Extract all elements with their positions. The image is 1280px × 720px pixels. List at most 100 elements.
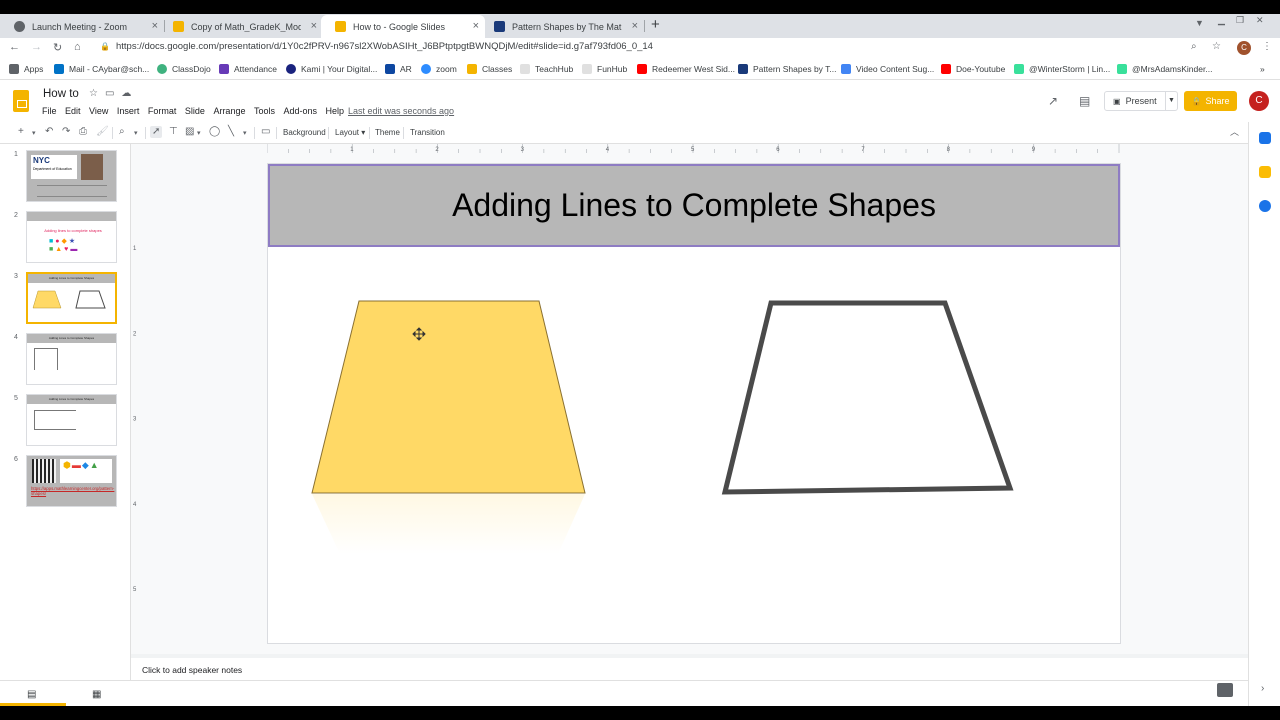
new-slide-icon[interactable]: +: [18, 126, 24, 138]
theme-button[interactable]: Theme: [375, 128, 400, 137]
menu-slide[interactable]: Slide: [185, 106, 205, 116]
explore-assistant-icon[interactable]: [1217, 683, 1233, 697]
filled-trapezoid[interactable]: [311, 300, 586, 494]
image-icon[interactable]: ▨: [185, 126, 194, 138]
present-button[interactable]: ▣ Present ▼: [1104, 91, 1178, 111]
slide-thumbnail[interactable]: Adding lines to complete shapes ■●◆★ ■▲♥…: [26, 211, 117, 263]
browser-profile-avatar[interactable]: C: [1237, 41, 1251, 55]
slide-thumbnail[interactable]: Adding Lines to Complete Shapes: [26, 394, 117, 446]
bookmark-star-icon[interactable]: ☆: [1212, 41, 1221, 52]
thumbnail-caption[interactable]: https://apps.mathlearningcenter.org/patt…: [31, 486, 115, 496]
browser-tab-active[interactable]: How to - Google Slides ×: [321, 15, 485, 38]
slide-thumbnail[interactable]: ⬢▬◆▲ https://apps.mathlearningcenter.org…: [26, 455, 117, 507]
text-box-icon[interactable]: ⊤: [169, 126, 178, 138]
tasks-icon[interactable]: [1259, 200, 1271, 212]
shape-icon[interactable]: ◯: [209, 126, 220, 138]
maximize-icon[interactable]: ❐: [1236, 15, 1244, 26]
slide-canvas[interactable]: Adding Lines to Complete Shapes: [267, 163, 1121, 644]
bookmark-item[interactable]: Video Content Sug...: [841, 64, 934, 74]
slide-thumbnail[interactable]: Adding Lines to Complete Shapes: [26, 333, 117, 385]
tab-search-icon[interactable]: ▼: [1195, 18, 1204, 28]
new-slide-dropdown-icon[interactable]: ▾: [32, 128, 36, 140]
browser-tab[interactable]: Copy of Math_GradeK_Module6 ×: [159, 15, 323, 38]
bookmark-item[interactable]: @MrsAdamsKinder...: [1117, 64, 1212, 74]
last-edit-link[interactable]: Last edit was seconds ago: [348, 106, 454, 116]
present-dropdown-icon[interactable]: ▼: [1165, 92, 1177, 110]
close-tab-icon[interactable]: ×: [311, 21, 317, 32]
more-bookmarks-icon[interactable]: »: [1260, 64, 1265, 74]
menu-tools[interactable]: Tools: [254, 106, 275, 116]
add-comment-icon[interactable]: ▭: [261, 126, 270, 138]
menu-format[interactable]: Format: [148, 106, 177, 116]
line-dropdown-icon[interactable]: ▾: [243, 128, 247, 140]
keep-icon[interactable]: [1259, 166, 1271, 178]
minimize-icon[interactable]: ▁: [1218, 15, 1225, 26]
speaker-notes[interactable]: Click to add speaker notes: [131, 658, 1248, 680]
collapse-toolbar-icon[interactable]: ︿: [1230, 126, 1239, 138]
slide-thumbnail-selected[interactable]: Adding Lines to Complete Shapes: [26, 272, 117, 324]
transition-button[interactable]: Transition: [410, 128, 445, 137]
bookmark-item[interactable]: Attendance: [219, 64, 277, 74]
menu-view[interactable]: View: [89, 106, 108, 116]
comments-icon[interactable]: ▤: [1079, 94, 1090, 108]
zoom-icon[interactable]: ⌕: [119, 126, 125, 138]
activity-trend-icon[interactable]: ↗: [1048, 94, 1058, 108]
filmstrip-view-icon[interactable]: ▤: [27, 689, 36, 700]
undo-icon[interactable]: ↶: [45, 126, 53, 138]
home-icon[interactable]: ⌂: [74, 41, 81, 53]
browser-tab[interactable]: Launch Meeting - Zoom ×: [0, 15, 164, 38]
menu-arrange[interactable]: Arrange: [213, 106, 245, 116]
line-icon[interactable]: ╲: [228, 126, 234, 138]
bookmark-item[interactable]: Mail - CAybar@sch...: [54, 64, 149, 74]
share-button[interactable]: 🔒 Share: [1184, 91, 1237, 111]
close-tab-icon[interactable]: ×: [632, 21, 638, 32]
zoom-dropdown-icon[interactable]: ▾: [134, 128, 138, 140]
google-slides-logo-icon[interactable]: [13, 90, 29, 112]
grid-view-icon[interactable]: ▦: [92, 689, 101, 700]
menu-addons[interactable]: Add-ons: [283, 106, 317, 116]
calendar-icon[interactable]: [1259, 132, 1271, 144]
bookmark-item[interactable]: TeachHub: [520, 64, 573, 74]
user-avatar[interactable]: C: [1249, 91, 1269, 111]
zoom-page-icon[interactable]: ⌕: [1191, 41, 1197, 52]
image-dropdown-icon[interactable]: ▾: [197, 128, 201, 140]
bookmark-item[interactable]: Classes: [467, 64, 512, 74]
document-title[interactable]: How to: [43, 88, 79, 100]
outline-trapezoid[interactable]: [721, 300, 1014, 495]
close-tab-icon[interactable]: ×: [473, 21, 479, 32]
reload-icon[interactable]: ↻: [53, 41, 62, 54]
move-folder-icon[interactable]: ▭: [105, 88, 121, 99]
browser-menu-icon[interactable]: ⋮: [1262, 41, 1272, 52]
star-icon[interactable]: ☆: [89, 88, 105, 99]
menu-file[interactable]: File: [42, 106, 57, 116]
bookmark-item[interactable]: zoom: [421, 64, 457, 74]
new-tab-icon[interactable]: +: [651, 17, 660, 32]
print-icon[interactable]: ⎙: [79, 126, 87, 138]
menu-insert[interactable]: Insert: [117, 106, 140, 116]
menu-help[interactable]: Help: [326, 106, 345, 116]
background-button[interactable]: Background: [283, 128, 326, 137]
bookmark-item[interactable]: Doe-Youtube: [941, 64, 1005, 74]
url-field[interactable]: 🔒 https://docs.google.com/presentation/d…: [100, 41, 653, 52]
expand-side-panel-icon[interactable]: ›: [1261, 683, 1264, 694]
menu-edit[interactable]: Edit: [65, 106, 81, 116]
browser-tab[interactable]: Pattern Shapes by The Math Lea ×: [480, 15, 644, 38]
bookmark-item[interactable]: @WinterStorm | Lin...: [1014, 64, 1110, 74]
bookmark-item[interactable]: ClassDojo: [157, 64, 211, 74]
layout-button[interactable]: Layout ▾: [335, 128, 365, 137]
bookmark-item[interactable]: Pattern Shapes by T...: [738, 64, 836, 74]
close-tab-icon[interactable]: ×: [152, 21, 158, 32]
bookmark-item[interactable]: Redeemer West Sid...: [637, 64, 735, 74]
select-cursor-icon[interactable]: ➚: [150, 126, 163, 138]
redo-icon[interactable]: ↷: [62, 126, 70, 138]
bookmark-item[interactable]: AR: [385, 64, 412, 74]
forward-icon[interactable]: →: [31, 41, 42, 53]
paint-format-icon[interactable]: 🖌: [96, 126, 109, 138]
cloud-saved-icon[interactable]: ☁: [121, 88, 138, 99]
close-window-icon[interactable]: ✕: [1256, 15, 1264, 26]
slide-thumbnail[interactable]: NYC Department of Education: [26, 150, 117, 202]
bookmark-item[interactable]: Apps: [9, 64, 43, 74]
back-icon[interactable]: ←: [9, 41, 20, 53]
bookmark-item[interactable]: FunHub: [582, 64, 627, 74]
bookmark-item[interactable]: Kami | Your Digital...: [286, 64, 377, 74]
